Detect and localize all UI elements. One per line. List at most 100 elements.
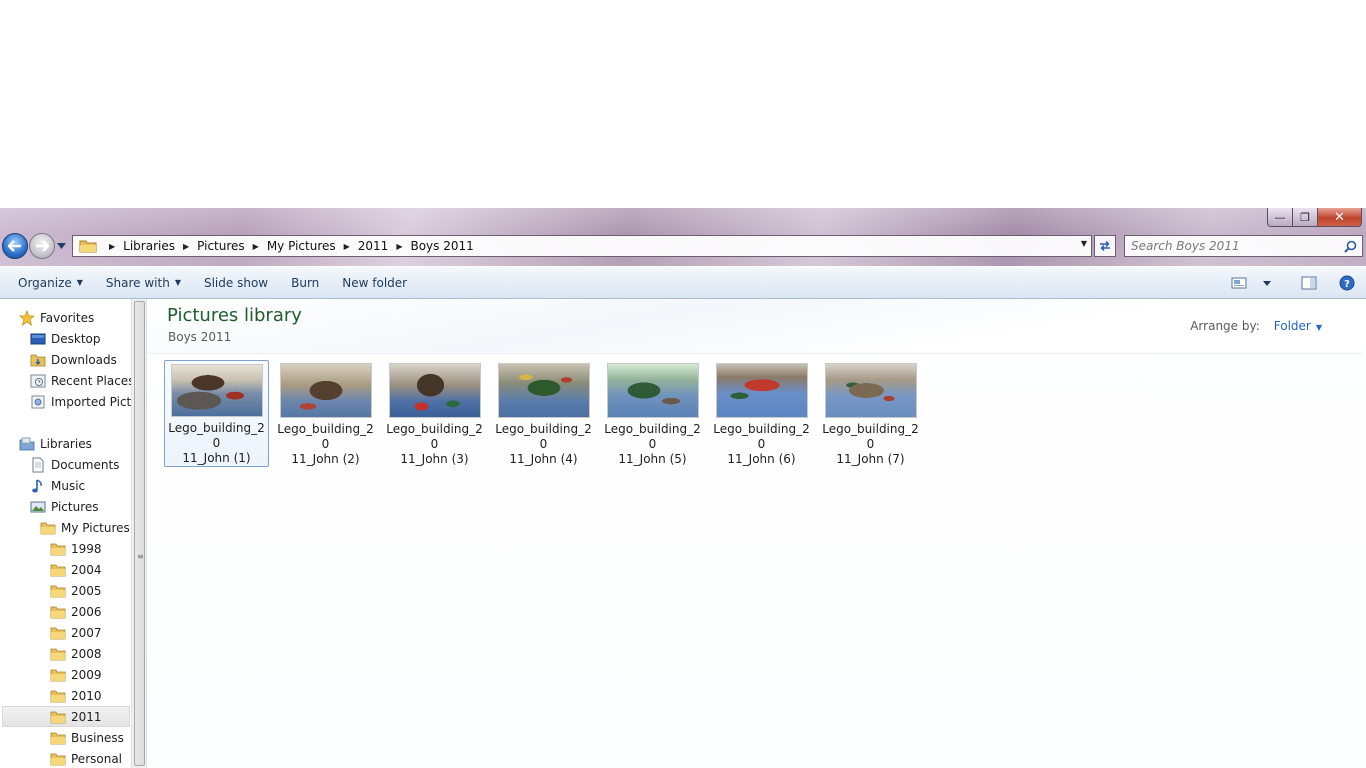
back-button[interactable] (2, 233, 28, 259)
nav-imported-pictures[interactable]: Imported Pictu (30, 391, 139, 412)
nav-pictures[interactable]: Pictures (30, 496, 99, 517)
folder-icon (50, 667, 66, 683)
downloads-folder-icon (30, 352, 46, 368)
new-folder-button[interactable]: New folder (333, 271, 416, 295)
search-box (1124, 235, 1363, 257)
desktop-icon (30, 331, 46, 347)
breadcrumb-my-pictures[interactable]: My Pictures (267, 239, 336, 253)
nav-folder-2004[interactable]: 2004 (50, 559, 102, 580)
nav-my-pictures-label: My Pictures (61, 520, 130, 535)
search-icon[interactable] (1341, 237, 1359, 255)
breadcrumb-separator-icon[interactable]: ▶ (344, 242, 350, 251)
refresh-button[interactable] (1094, 235, 1116, 257)
nav-downloads-label: Downloads (51, 352, 117, 367)
breadcrumb-separator-icon[interactable]: ▶ (109, 242, 115, 251)
change-view-button[interactable] (1228, 271, 1250, 295)
share-with-label: Share with (105, 275, 170, 290)
nav-folder-2010[interactable]: 2010 (50, 685, 102, 706)
view-options-button[interactable] (1256, 271, 1278, 295)
nav-my-pictures[interactable]: My Pictures (40, 517, 130, 538)
folder-icon (50, 688, 66, 704)
address-bar[interactable]: ▶ Libraries ▶ Pictures ▶ My Pictures ▶ 2… (72, 235, 1092, 257)
nav-favorites-label: Favorites (40, 310, 95, 325)
slide-show-button[interactable]: Slide show (195, 271, 277, 295)
nav-folder-2008[interactable]: 2008 (50, 643, 102, 664)
share-with-button[interactable]: Share with ▼ (97, 271, 190, 295)
nav-folder-personal[interactable]: Personal (50, 748, 122, 768)
breadcrumb-libraries[interactable]: Libraries (123, 239, 175, 253)
nav-music[interactable]: Music (30, 475, 85, 496)
library-header: Pictures library Boys 2011 Arrange by: F… (148, 299, 1362, 354)
chevron-down-icon: ▼ (1315, 323, 1322, 332)
folder-icon (50, 625, 66, 641)
nav-folder-2007[interactable]: 2007 (50, 622, 102, 643)
nav-folder-business[interactable]: Business (50, 727, 124, 748)
svg-text:?: ? (1344, 279, 1350, 290)
view-controls: ? (1228, 271, 1358, 295)
libraries-icon (19, 436, 35, 452)
file-thumbnail[interactable]: Lego_building_20 11_John (5) (600, 360, 705, 467)
file-thumbnail[interactable]: Lego_building_20 11_John (1) (164, 360, 269, 467)
help-button[interactable]: ? (1336, 271, 1358, 295)
nav-folder-label: 2009 (71, 667, 102, 682)
nav-recent-places[interactable]: Recent Places (30, 370, 134, 391)
nav-folder-2005[interactable]: 2005 (50, 580, 102, 601)
folder-icon (50, 751, 66, 767)
star-icon (19, 309, 35, 326)
library-title: Pictures library (167, 305, 302, 326)
help-icon: ? (1339, 275, 1355, 291)
chevron-down-icon (1263, 280, 1271, 286)
preview-pane-button[interactable] (1298, 271, 1320, 295)
nav-folder-1998[interactable]: 1998 (50, 538, 102, 559)
close-button[interactable]: ✕ (1318, 208, 1362, 227)
nav-libraries-label: Libraries (40, 436, 92, 451)
folder-icon (50, 646, 66, 662)
breadcrumb-separator-icon[interactable]: ▶ (396, 242, 402, 251)
file-thumbnail[interactable]: Lego_building_20 11_John (7) (818, 360, 923, 467)
nav-documents[interactable]: Documents (30, 454, 119, 475)
navigation-buttons (2, 233, 67, 259)
command-bar: Organize ▼ Share with ▼ Slide show Burn Ne… (0, 266, 1366, 299)
nav-documents-label: Documents (51, 457, 120, 472)
arrange-by: Arrange by: Folder ▼ (1190, 319, 1322, 333)
file-thumbnail[interactable]: Lego_building_20 11_John (2) (273, 360, 378, 467)
nav-pane-scrollbar[interactable]: ≡ (131, 299, 146, 768)
back-arrow-icon (8, 240, 21, 252)
breadcrumb-2011[interactable]: 2011 (358, 239, 389, 253)
folder-icon (50, 583, 66, 599)
photo-thumbnail-image (715, 363, 808, 418)
file-thumbnail[interactable]: Lego_building_20 11_John (3) (382, 360, 487, 467)
organize-button[interactable]: Organize ▼ (9, 271, 92, 295)
forward-button[interactable] (29, 233, 55, 259)
nav-libraries[interactable]: Libraries (19, 433, 92, 454)
scrollbar-grip-icon: ≡ (137, 552, 144, 561)
file-thumbnail[interactable]: Lego_building_20 11_John (4) (491, 360, 596, 467)
music-note-icon (30, 478, 46, 494)
nav-desktop[interactable]: Desktop (30, 328, 101, 349)
nav-folder-2011[interactable]: 2011 (2, 706, 130, 727)
file-thumbnail[interactable]: Lego_building_20 11_John (6) (709, 360, 814, 467)
address-dropdown-icon[interactable]: ▼ (1081, 239, 1087, 248)
nav-favorites[interactable]: Favorites (19, 307, 94, 328)
burn-button[interactable]: Burn (282, 271, 328, 295)
file-name: Lego_building_20 11_John (5) (604, 422, 701, 466)
breadcrumb-separator-icon[interactable]: ▶ (183, 242, 189, 251)
nav-folder-2006[interactable]: 2006 (50, 601, 102, 622)
breadcrumb-pictures[interactable]: Pictures (197, 239, 245, 253)
nav-pictures-label: Pictures (51, 499, 99, 514)
view-icon (1231, 277, 1247, 289)
breadcrumb-separator-icon[interactable]: ▶ (253, 242, 259, 251)
recent-pages-button[interactable] (57, 242, 67, 251)
nav-downloads[interactable]: Downloads (30, 349, 117, 370)
nav-folder-label: 2010 (71, 688, 102, 703)
arrange-by-dropdown[interactable]: Folder ▼ (1274, 319, 1322, 333)
minimize-button[interactable]: — (1267, 208, 1293, 227)
scrollbar-thumb[interactable]: ≡ (134, 301, 145, 766)
search-input[interactable] (1125, 236, 1341, 256)
nav-folder-2009[interactable]: 2009 (50, 664, 102, 685)
chevron-down-icon: ▼ (76, 278, 83, 287)
maximize-button[interactable]: ❐ (1293, 208, 1318, 227)
breadcrumb-boys-2011[interactable]: Boys 2011 (410, 239, 473, 253)
library-subtitle: Boys 2011 (168, 330, 232, 344)
title-bar: — ❐ ✕ ▶ Libraries ▶ Pictures ▶ My Pictur… (0, 208, 1366, 266)
